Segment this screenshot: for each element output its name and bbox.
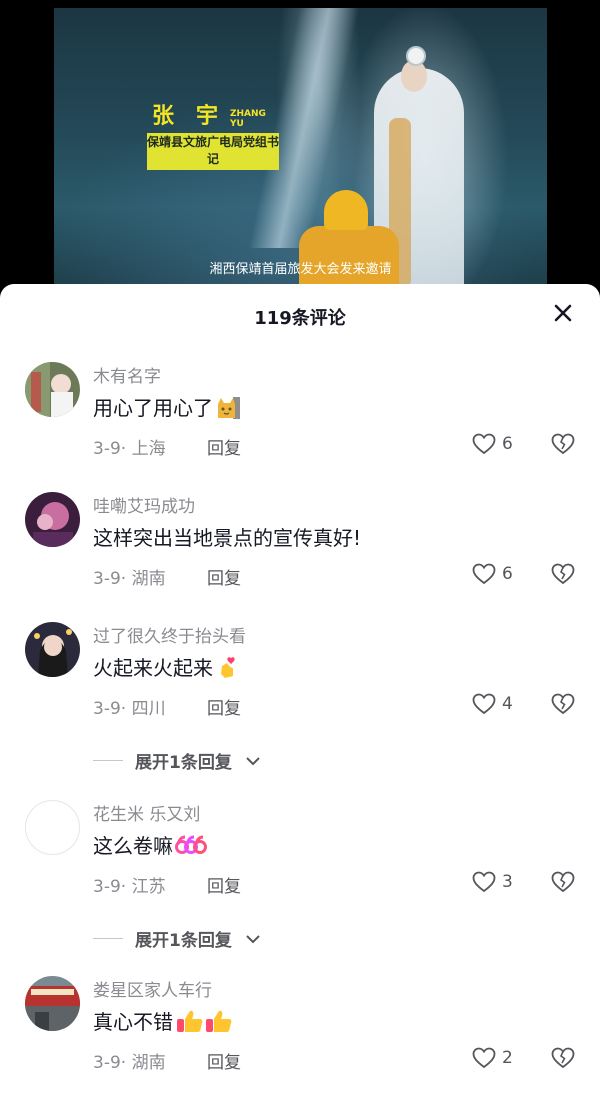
like-count: 4 [502, 694, 513, 714]
comment-count-title: 119条评论 [254, 308, 346, 329]
heart-icon [472, 1047, 496, 1069]
comment-username[interactable]: 哇嘞艾玛成功 [93, 492, 195, 517]
cat-icon [218, 396, 240, 419]
like-button[interactable]: 3 [472, 871, 513, 893]
dislike-button[interactable] [551, 1047, 575, 1073]
avatar[interactable] [25, 976, 80, 1031]
dislike-button[interactable] [551, 433, 575, 459]
video-subtitle: 湘西保靖首届旅发大会发来邀请 [209, 262, 392, 277]
like-button[interactable]: 4 [472, 693, 513, 715]
divider-line [93, 938, 123, 939]
avatar[interactable] [25, 622, 80, 677]
video-player[interactable]: 张宇 ZHANG YU 保靖县文旅广电局党组书 记 湘西保靖首届旅发大会发来邀请 [54, 8, 547, 293]
comment-sheet: 119条评论 木有名字 用心了用心了 3-9· 上海 回复 6 哇嘞艾玛成功 这… [0, 284, 600, 1107]
dislike-button[interactable] [551, 871, 575, 897]
comment-date-location: 3-9· 江苏 [93, 877, 166, 897]
comment-item: 哇嘞艾玛成功 这样突出当地景点的宣传真好! 3-9· 湖南 回复 6 [0, 492, 600, 612]
like-button[interactable]: 6 [472, 433, 513, 455]
expand-replies-label: 展开1条回复 [135, 753, 232, 773]
comment-text: 这么卷嘛 [93, 830, 207, 859]
comment-date-location: 3-9· 湖南 [93, 569, 166, 589]
comment-username[interactable]: 木有名字 [93, 362, 161, 387]
reply-button[interactable]: 回复 [207, 564, 241, 589]
comment-username[interactable]: 花生米 乐又刘 [93, 800, 200, 825]
reply-button[interactable]: 回复 [207, 694, 241, 719]
broken-heart-icon [551, 871, 575, 893]
comment-item: 花生米 乐又刘 这么卷嘛 3-9· 江苏 回复 3 [0, 800, 600, 920]
chevron-down-icon [246, 756, 260, 765]
expand-replies-label: 展开1条回复 [135, 931, 232, 951]
expand-replies-button[interactable]: 展开1条回复 [93, 926, 262, 951]
caption-role: 保靖县文旅广电局党组书 记 [147, 133, 279, 170]
comment-item: 木有名字 用心了用心了 3-9· 上海 回复 6 [0, 362, 600, 482]
caption-name-cn: 张宇 [152, 104, 241, 129]
like-button[interactable]: 6 [472, 563, 513, 585]
broken-heart-icon [551, 563, 575, 585]
heart-icon [472, 433, 496, 455]
broken-heart-icon [551, 433, 575, 455]
comment-item: 娄星区家人车行 真心不错 3-9· 湖南 回复 2 [0, 976, 600, 1096]
comment-text-content: 用心了用心了 [93, 396, 213, 420]
like-count: 2 [502, 1048, 513, 1068]
avatar[interactable] [25, 800, 80, 855]
reply-button[interactable]: 回复 [207, 1048, 241, 1073]
chevron-down-icon [246, 934, 260, 943]
reply-button[interactable]: 回复 [207, 872, 241, 897]
comment-text-content: 这样突出当地景点的宣传真好! [93, 526, 362, 550]
comment-username[interactable]: 过了很久终于抬头看 [93, 622, 246, 647]
like-count: 6 [502, 434, 513, 454]
comment-item: 过了很久终于抬头看 火起来火起来 3-9· 四川 回复 4 [0, 622, 600, 742]
comment-text: 这样突出当地景点的宣传真好! [93, 522, 361, 551]
comment-text: 火起来火起来 [93, 652, 241, 681]
broken-heart-icon [551, 1047, 575, 1069]
like-count: 3 [502, 872, 513, 892]
comment-text-content: 火起来火起来 [93, 656, 213, 680]
close-icon[interactable] [552, 302, 574, 324]
comment-date-location: 3-9· 上海 [93, 439, 166, 459]
comment-username[interactable]: 娄星区家人车行 [93, 976, 212, 1001]
comment-date-location: 3-9· 湖南 [93, 1053, 166, 1073]
comment-text: 真心不错 [93, 1006, 235, 1035]
caption-name-en: ZHANG YU [230, 109, 266, 129]
thumbs-up-icon [177, 1010, 232, 1032]
comment-date-location: 3-9· 四川 [93, 699, 166, 719]
heart-icon [472, 693, 496, 715]
avatar[interactable] [25, 492, 80, 547]
like-button[interactable]: 2 [472, 1047, 513, 1069]
divider-line [93, 760, 123, 761]
comment-text-content: 这么卷嘛 [93, 834, 173, 858]
heart-icon [472, 563, 496, 585]
avatar[interactable] [25, 362, 80, 417]
figure-crown [406, 46, 426, 66]
reply-button[interactable]: 回复 [207, 434, 241, 459]
heart-icon [472, 871, 496, 893]
dislike-button[interactable] [551, 563, 575, 589]
yellow-hat [324, 190, 368, 230]
finger-heart-icon [221, 656, 235, 678]
like-count: 6 [502, 564, 513, 584]
broken-heart-icon [551, 693, 575, 715]
dislike-button[interactable] [551, 693, 575, 719]
expand-replies-button[interactable]: 展开1条回复 [93, 748, 262, 773]
comment-text-content: 真心不错 [93, 1010, 173, 1034]
comment-text: 用心了用心了 [93, 392, 241, 421]
666-icon [175, 835, 207, 854]
